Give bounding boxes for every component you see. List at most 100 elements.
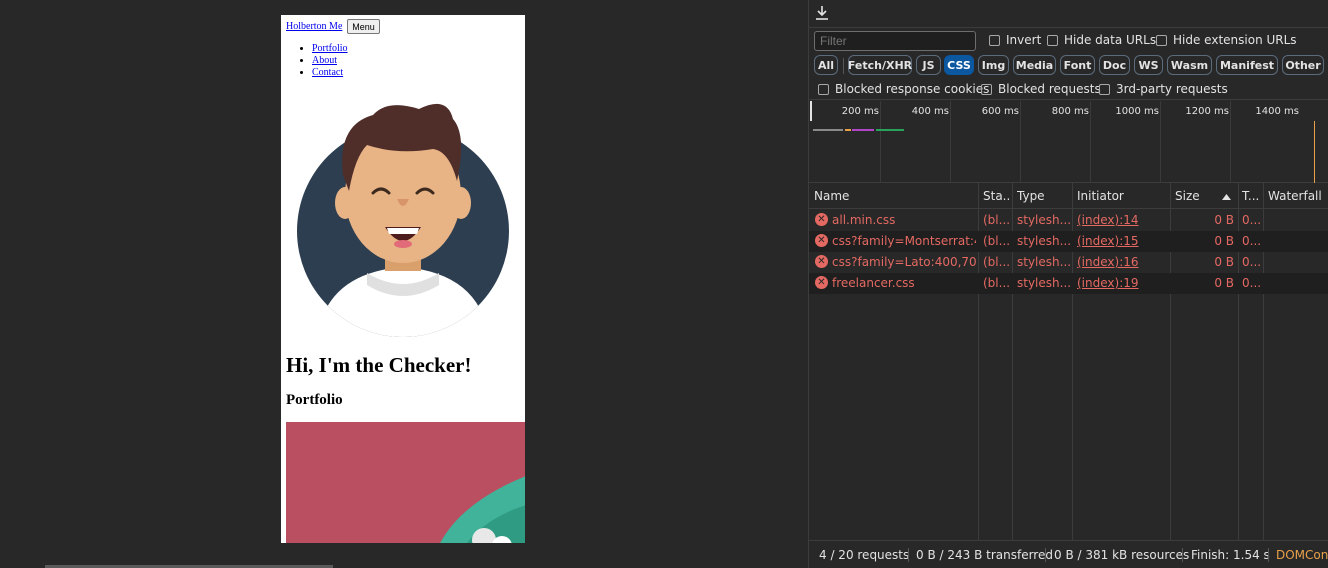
menu-button[interactable]: Menu — [347, 19, 380, 34]
resources-size: 0 B / 381 kB resources — [1054, 548, 1190, 562]
checkbox-box[interactable] — [989, 34, 1000, 46]
status-separator — [1268, 548, 1269, 562]
portfolio-image[interactable] — [286, 422, 525, 543]
rendered-page: Holberton Me Menu Portfolio About Contac… — [281, 15, 525, 543]
timeline-bar — [845, 129, 851, 131]
type-filter-manifest[interactable]: Manifest — [1216, 55, 1278, 75]
third-party-requests-checkbox[interactable]: 3rd-party requests — [1099, 82, 1228, 96]
timeline-tick: 800 ms — [1051, 106, 1089, 117]
timeline-gridline — [880, 101, 881, 183]
hide-extension-urls-label: Hide extension URLs — [1173, 33, 1297, 47]
timeline-bar — [813, 129, 843, 131]
request-initiator[interactable]: (index):14 — [1077, 213, 1167, 227]
hide-data-urls-checkbox[interactable]: Hide data URLs — [1047, 33, 1156, 47]
timeline-tick: 1000 ms — [1115, 106, 1159, 117]
sort-ascending-icon[interactable] — [1222, 194, 1231, 200]
timeline-cursor[interactable] — [810, 101, 812, 121]
request-time: 0... — [1242, 213, 1262, 227]
column-header-time[interactable]: T... — [1242, 189, 1262, 203]
request-name[interactable]: freelancer.css — [832, 276, 976, 290]
column-header-initiator[interactable]: Initiator — [1077, 189, 1124, 203]
checkbox-box[interactable] — [981, 83, 992, 95]
column-header-waterfall[interactable]: Waterfall — [1268, 189, 1322, 203]
network-overview-timeline[interactable]: 200 ms 400 ms 600 ms 800 ms 1000 ms 1200… — [809, 101, 1328, 183]
type-filter-font[interactable]: Font — [1060, 55, 1095, 75]
blocked-requests-checkbox[interactable]: Blocked requests — [981, 82, 1101, 96]
timeline-gridline — [1090, 101, 1091, 183]
request-status: (bl... — [983, 276, 1011, 290]
request-name[interactable]: all.min.css — [832, 213, 976, 227]
network-toolbar — [809, 0, 1328, 28]
request-size: 0 B — [1214, 255, 1234, 269]
checkbox-box[interactable] — [1099, 83, 1110, 95]
nav-item: Contact — [312, 67, 348, 79]
blocked-filter-row: Blocked response cookies Blocked request… — [809, 78, 1328, 100]
request-initiator[interactable]: (index):19 — [1077, 276, 1167, 290]
error-icon: ✕ — [815, 276, 828, 289]
type-filter-media[interactable]: Media — [1013, 55, 1056, 75]
table-row[interactable]: ✕ css?family=Lato:400,700,... (bl... sty… — [809, 252, 1328, 273]
timeline-tick: 600 ms — [981, 106, 1019, 117]
error-icon: ✕ — [815, 255, 828, 268]
nav-item: Portfolio — [312, 43, 348, 55]
request-time: 0... — [1242, 255, 1262, 269]
type-filter-doc[interactable]: Doc — [1099, 55, 1130, 75]
download-icon[interactable] — [815, 5, 829, 21]
type-filter-fetch-xhr[interactable]: Fetch/XHR — [848, 55, 912, 75]
domcontentloaded-marker — [1314, 121, 1315, 183]
avatar-image — [297, 103, 509, 337]
type-filter-css[interactable]: CSS — [944, 55, 974, 75]
column-header-type[interactable]: Type — [1017, 189, 1045, 203]
third-party-requests-label: 3rd-party requests — [1116, 82, 1228, 96]
column-header-status[interactable]: Sta... — [983, 189, 1011, 203]
nav-link-about[interactable]: About — [312, 55, 337, 66]
timeline-bar — [852, 129, 874, 131]
type-filter-js[interactable]: JS — [916, 55, 941, 75]
blocked-response-cookies-label: Blocked response cookies — [835, 82, 990, 96]
table-row[interactable]: ✕ all.min.css (bl... stylesh... (index):… — [809, 210, 1328, 231]
table-row[interactable]: ✕ css?family=Montserrat:4... (bl... styl… — [809, 231, 1328, 252]
type-filter-ws[interactable]: WS — [1134, 55, 1163, 75]
request-table-header: Name Sta... Type Initiator Size T... Wat… — [809, 183, 1328, 209]
checkbox-box[interactable] — [1047, 34, 1058, 46]
checkbox-box[interactable] — [818, 83, 829, 95]
type-separator — [843, 58, 844, 74]
checkbox-box[interactable] — [1156, 34, 1167, 46]
request-initiator[interactable]: (index):15 — [1077, 234, 1167, 248]
timeline-tick: 1200 ms — [1185, 106, 1229, 117]
blocked-requests-label: Blocked requests — [998, 82, 1101, 96]
type-filter-all[interactable]: All — [814, 55, 838, 75]
timeline-gridline — [1020, 101, 1021, 183]
table-row[interactable]: ✕ freelancer.css (bl... stylesh... (inde… — [809, 273, 1328, 294]
column-header-size[interactable]: Size — [1175, 189, 1200, 203]
timeline-tick: 400 ms — [911, 106, 949, 117]
filter-input[interactable] — [814, 31, 976, 51]
resource-type-filters: All Fetch/XHR JS CSS Img Media Font Doc … — [809, 54, 1328, 76]
error-icon: ✕ — [815, 213, 828, 226]
column-header-name[interactable]: Name — [814, 189, 849, 203]
request-initiator[interactable]: (index):16 — [1077, 255, 1167, 269]
type-filter-wasm[interactable]: Wasm — [1167, 55, 1212, 75]
devtools-network-panel: Invert Hide data URLs Hide extension URL… — [808, 0, 1328, 568]
invert-checkbox[interactable]: Invert — [989, 33, 1041, 47]
request-name[interactable]: css?family=Lato:400,700,... — [832, 255, 976, 269]
page-viewport: Holberton Me Menu Portfolio About Contac… — [0, 0, 808, 568]
timeline-tick: 1400 ms — [1255, 106, 1299, 117]
status-separator — [1045, 548, 1046, 562]
request-size: 0 B — [1214, 234, 1234, 248]
request-name[interactable]: css?family=Montserrat:4... — [832, 234, 976, 248]
status-separator — [1182, 548, 1183, 562]
request-status: (bl... — [983, 255, 1011, 269]
type-filter-other[interactable]: Other — [1282, 55, 1324, 75]
nav-link-contact[interactable]: Contact — [312, 67, 343, 78]
request-list: ✕ all.min.css (bl... stylesh... (index):… — [809, 210, 1328, 294]
portfolio-heading: Portfolio — [286, 392, 343, 408]
brand-link[interactable]: Holberton Me — [286, 21, 342, 32]
hide-extension-urls-checkbox[interactable]: Hide extension URLs — [1156, 33, 1297, 47]
nav-link-portfolio[interactable]: Portfolio — [312, 43, 348, 54]
blocked-response-cookies-checkbox[interactable]: Blocked response cookies — [818, 82, 989, 96]
request-type: stylesh... — [1017, 213, 1071, 227]
request-status: (bl... — [983, 234, 1011, 248]
request-size: 0 B — [1214, 276, 1234, 290]
type-filter-img[interactable]: Img — [978, 55, 1009, 75]
